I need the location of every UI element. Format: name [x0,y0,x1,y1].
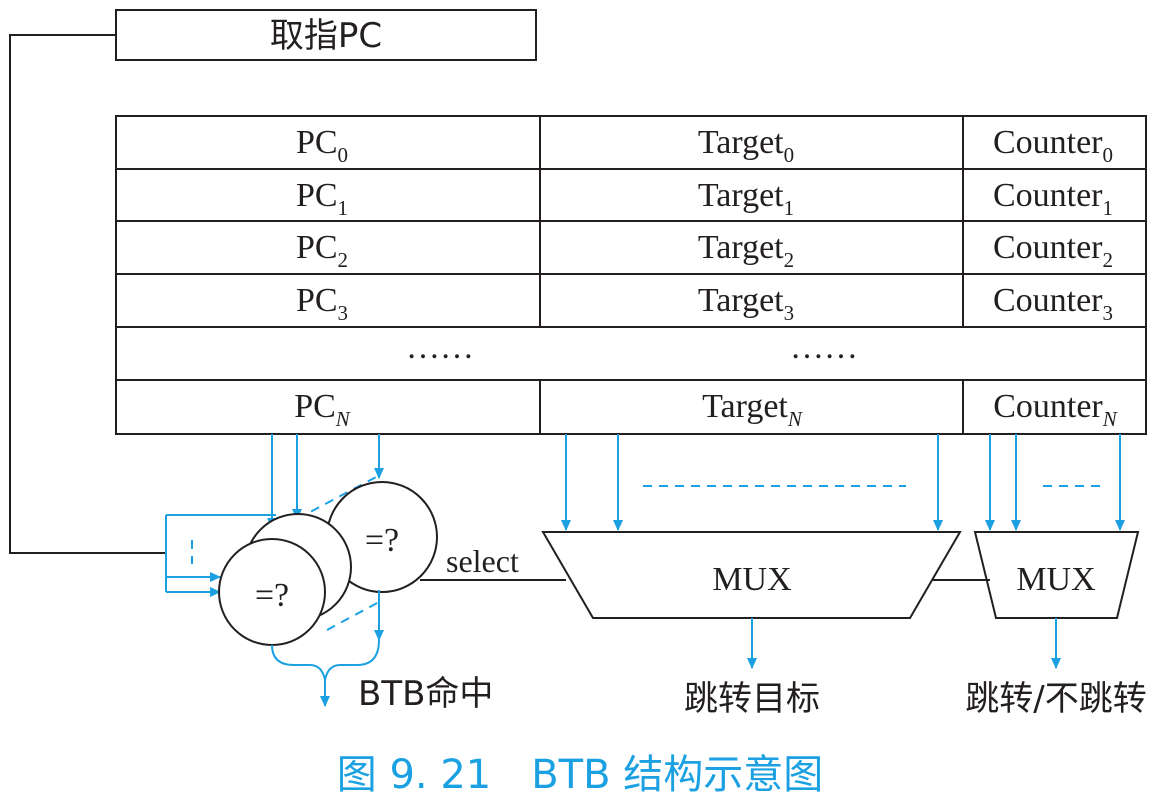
counter-mux-output-label: 跳转/不跳转 [965,679,1146,719]
counter-mux-label: MUX [1016,561,1095,598]
comparator-front-label: =? [255,577,289,614]
comparator-back-label: =? [365,522,399,559]
select-label: select [446,543,519,579]
btb-row-0-counter: Counter0 [993,124,1113,167]
target-mux-output-label: 跳转目标 [684,679,820,719]
btb-row-1-pc: PC1 [296,177,348,220]
btb-ellipsis-target: …… [790,329,858,366]
comparators: =? =? [218,481,438,646]
btb-row-n-counter: CounterN [993,388,1118,431]
fetch-pc-wire [9,34,166,554]
btb-row-2-target: Target2 [698,229,794,272]
btb-row-1-target: Target1 [698,177,794,220]
btb-row-n-pc: PCN [294,388,351,431]
diagram-canvas: 取指PC PC0 Target0 Counter0 PC1 Target1 Co… [9,9,1147,798]
counter-mux: MUX 跳转/不跳转 [965,434,1147,719]
btb-ellipsis-pc: …… [406,329,474,366]
target-mux-label: MUX [712,561,791,598]
btb-row-3-counter: Counter3 [993,282,1113,325]
btb-row-2-counter: Counter2 [993,229,1113,272]
target-mux: MUX 跳转目标 [541,434,962,719]
btb-row-2-pc: PC2 [296,229,348,272]
fetch-pc-label: 取指PC [270,16,382,56]
btb-row-3-target: Target3 [698,282,794,325]
btb-table: PC0 Target0 Counter0 PC1 Target1 Counter… [115,115,1147,435]
btb-row-3-pc: PC3 [296,282,348,325]
btb-row-0-pc: PC0 [296,124,348,167]
btb-row-1-counter: Counter1 [993,177,1113,220]
btb-row-0-target: Target0 [698,124,794,167]
btb-row-n-target: TargetN [702,388,803,431]
figure-caption: 图 9. 21 BTB 结构示意图 [337,752,824,798]
btb-hit-label: BTB命中 [358,674,493,714]
btb-diagram: 取指PC PC0 Target0 Counter0 PC1 Target1 Co… [0,0,1160,806]
